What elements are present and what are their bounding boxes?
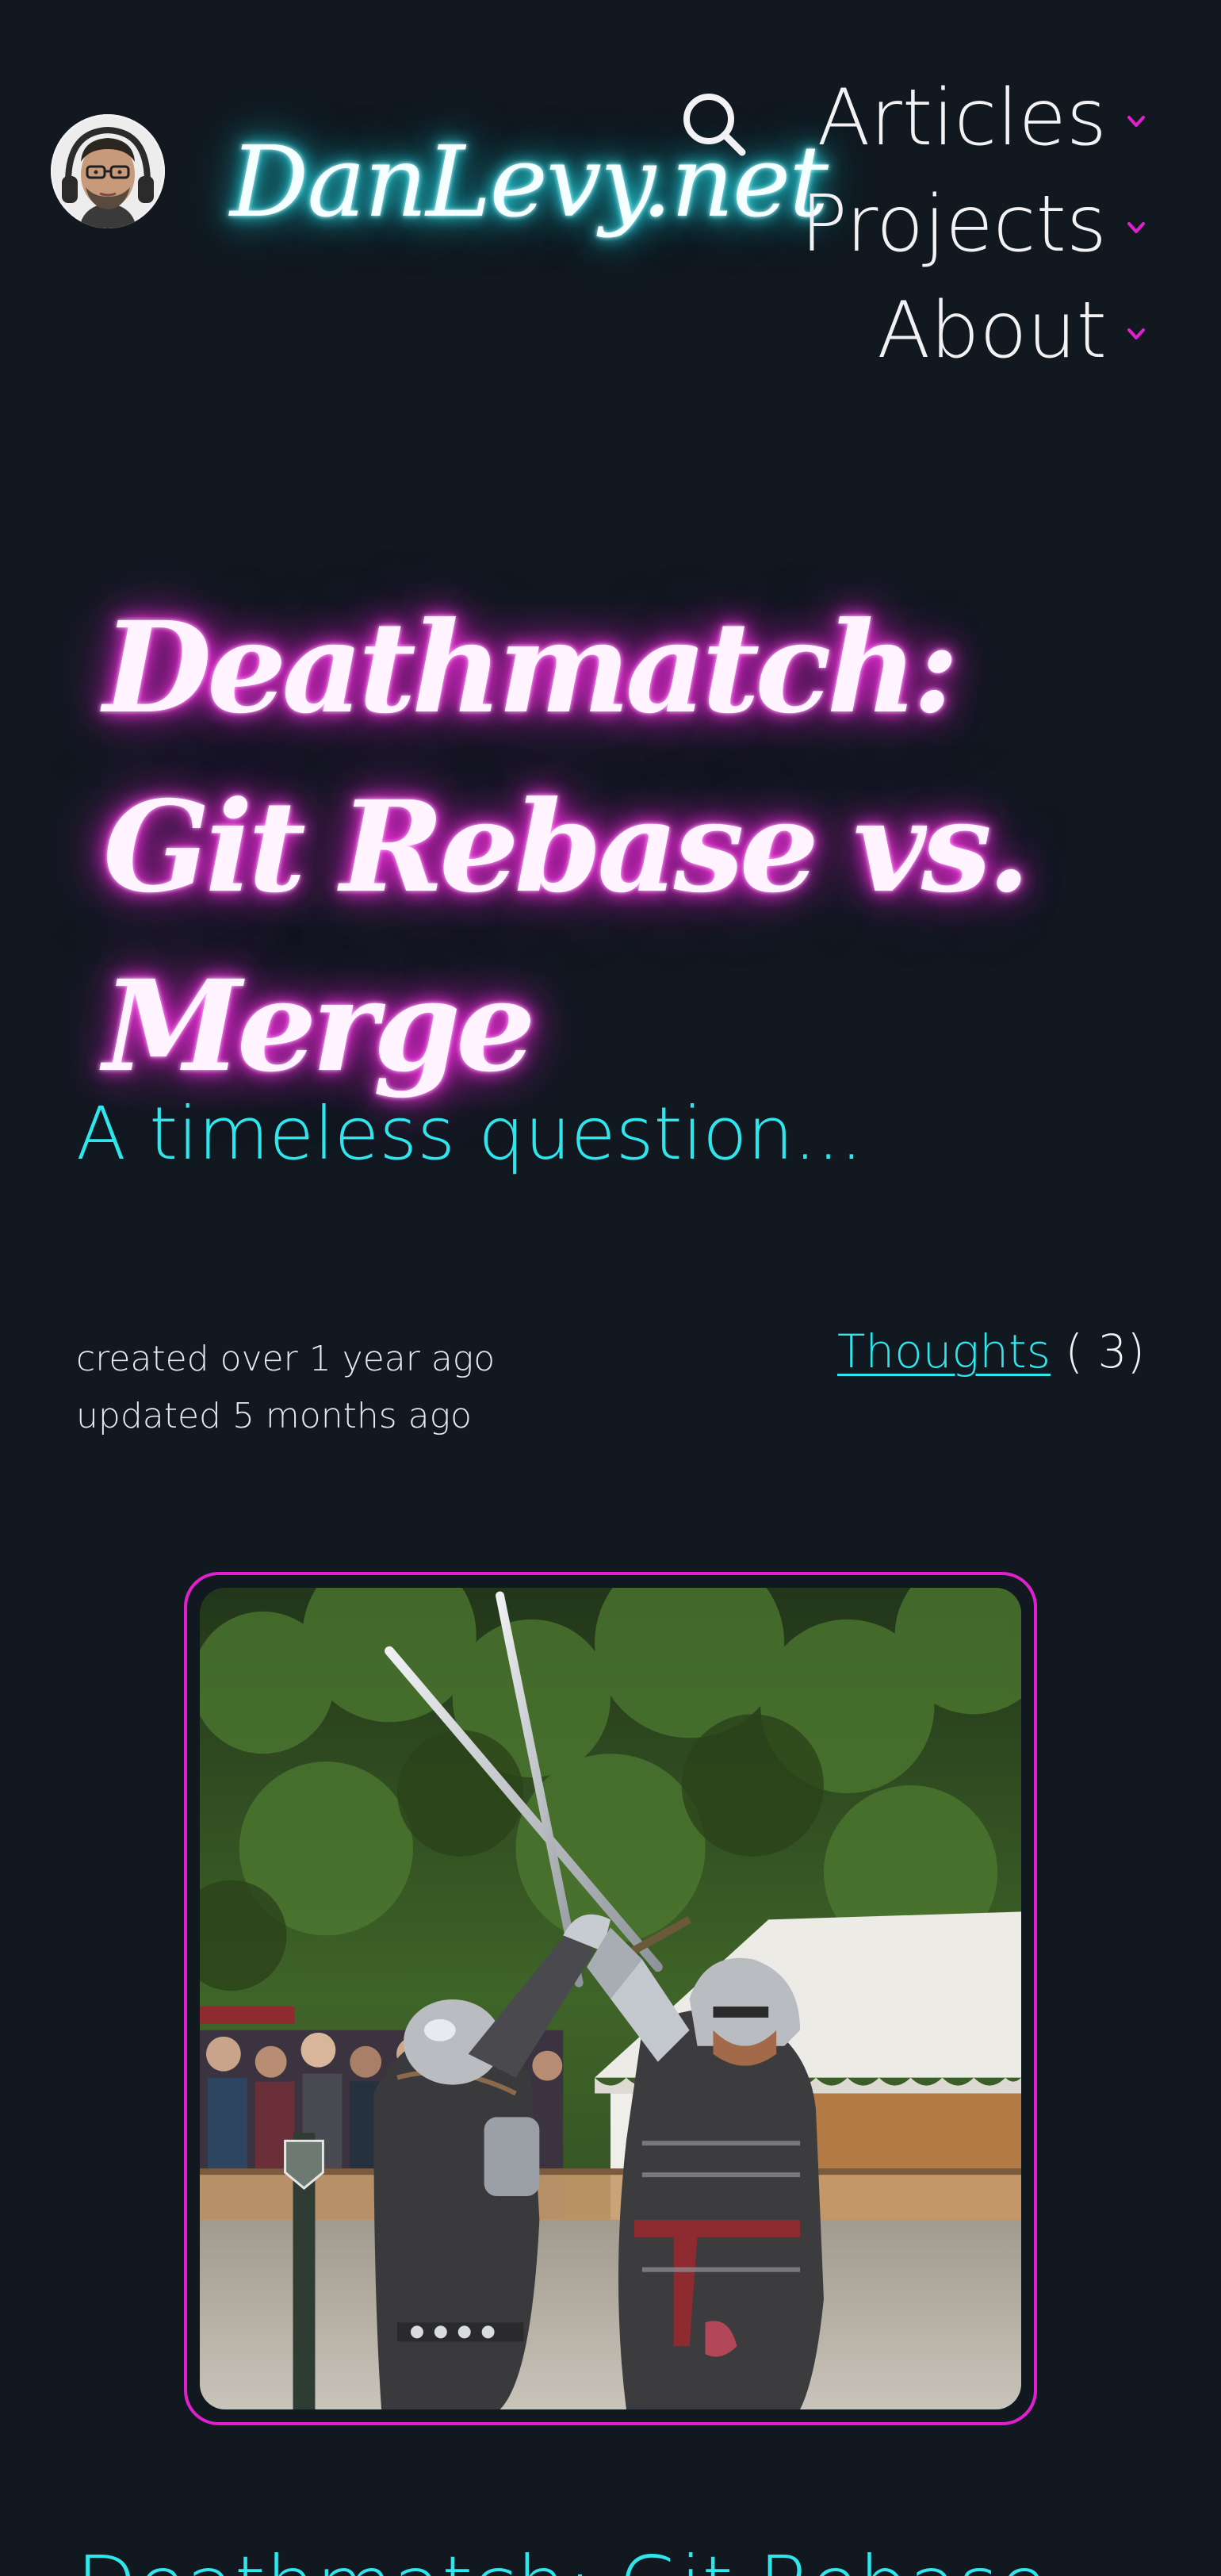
hero-image-frame	[184, 1572, 1037, 2425]
updated-date: updated 5 months ago	[76, 1396, 472, 1436]
post-subtitle: A timeless question...	[76, 1091, 863, 1176]
created-date: created over 1 year ago	[76, 1339, 496, 1379]
knights-sword-fight-illustration	[200, 1588, 1021, 2409]
page: DanLevy.net Articles Projects About Deat…	[0, 0, 1221, 2576]
section-heading: Deathmatch: Git Rebase	[76, 2538, 1047, 2576]
chevron-down-icon	[1124, 216, 1148, 240]
avatar-image	[51, 114, 165, 228]
hero-image	[200, 1588, 1021, 2409]
nav-about-label: About	[877, 286, 1107, 376]
chevron-down-icon	[1124, 109, 1148, 133]
nav-articles[interactable]: Articles	[817, 65, 1148, 171]
nav-articles-label: Articles	[817, 73, 1107, 163]
post-dates: created over 1 year ago updated 5 months…	[76, 1331, 495, 1445]
post-title: Deathmatch: Git Rebase vs. Merge	[103, 595, 1031, 1100]
nav-projects[interactable]: Projects	[801, 171, 1148, 278]
main-nav: Articles Projects About	[801, 65, 1148, 384]
search-icon	[683, 94, 746, 156]
category-count: ( 3)	[1065, 1324, 1145, 1378]
category-link[interactable]: Thoughts	[837, 1324, 1051, 1378]
nav-projects-label: Projects	[800, 179, 1107, 270]
search-button[interactable]	[679, 89, 752, 162]
avatar[interactable]	[51, 114, 165, 228]
nav-about[interactable]: About	[877, 278, 1148, 384]
chevron-down-icon	[1124, 322, 1148, 346]
post-category: Thoughts ( 3)	[837, 1320, 1145, 1383]
